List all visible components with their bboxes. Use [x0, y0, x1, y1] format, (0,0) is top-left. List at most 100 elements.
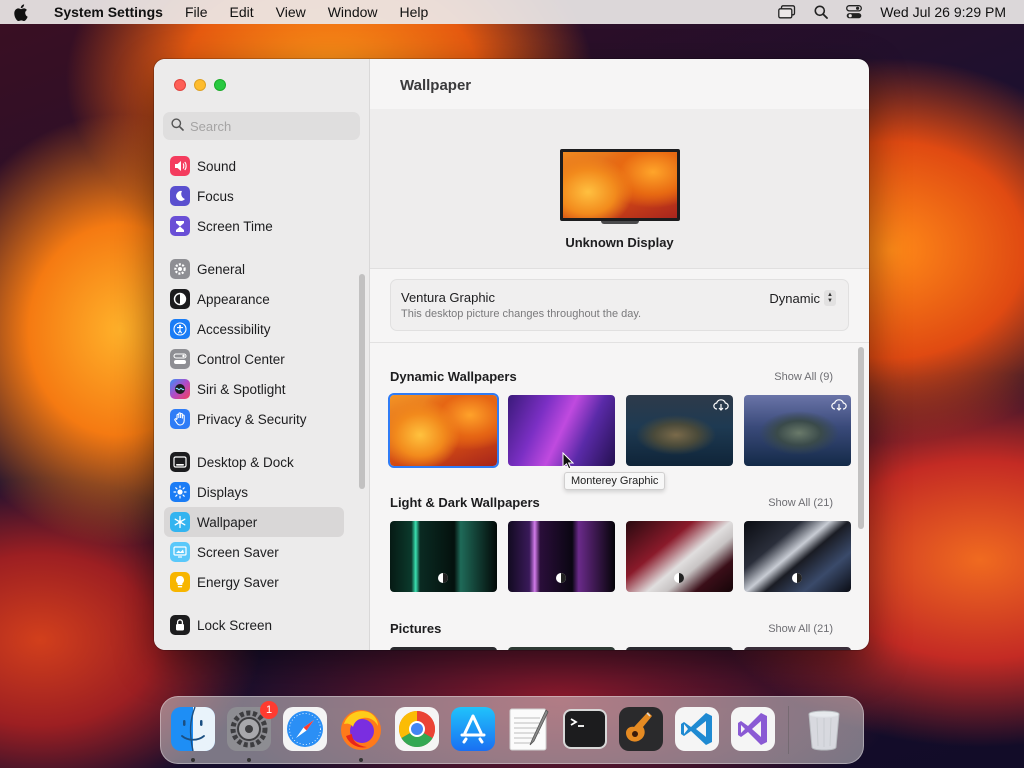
desktop-dock-icon — [170, 452, 190, 472]
terminal-icon — [562, 706, 608, 755]
wallpaper-preview — [560, 149, 680, 221]
dock-app-system-settings[interactable]: 1 — [226, 701, 278, 762]
sidebar-item-lock-screen[interactable]: Lock Screen — [164, 610, 344, 640]
wallpaper-pane: Wallpaper Unknown Display Ventura Graphi… — [370, 59, 869, 650]
wallpaper-thumb-macos-red[interactable] — [626, 521, 733, 592]
dock-app-visual-studio[interactable] — [730, 706, 776, 753]
display-preview: Unknown Display — [370, 109, 869, 269]
pictures-row — [390, 647, 851, 650]
menubar-clock[interactable]: Wed Jul 26 9:29 PM — [880, 4, 1006, 20]
dock-app-finder[interactable] — [170, 706, 216, 762]
display-monitor-icon[interactable] — [560, 149, 680, 224]
wallpaper-thumb-picture[interactable] — [744, 647, 851, 650]
menu-edit[interactable]: Edit — [230, 4, 254, 20]
wallpaper-tooltip: Monterey Graphic — [564, 472, 666, 490]
sidebar-item-energy-saver[interactable]: Energy Saver — [164, 567, 344, 597]
sidebar-item-general[interactable]: General — [164, 254, 344, 284]
sidebar-item-siri-spotlight[interactable]: Siri & Spotlight — [164, 374, 344, 404]
sidebar-item-label: Control Center — [197, 351, 285, 367]
show-all-pictures-button[interactable]: Show All (21) — [768, 623, 833, 635]
sidebar-item-sound[interactable]: Sound — [164, 151, 344, 181]
app-name-menu[interactable]: System Settings — [54, 4, 163, 20]
window-switcher-icon[interactable] — [778, 5, 796, 19]
dock-app-app-store[interactable] — [450, 706, 496, 755]
wallpaper-thumb-picture[interactable] — [390, 647, 497, 650]
section-title-dynamic: Dynamic Wallpapers — [390, 369, 517, 384]
light-dark-mode-icon — [791, 572, 803, 587]
show-all-light-dark-button[interactable]: Show All (21) — [768, 497, 833, 509]
content-scrollbar[interactable] — [858, 347, 864, 529]
sidebar-item-label: Wallpaper — [197, 514, 258, 530]
system-settings-window: Sound Focus Screen Time General — [154, 59, 869, 650]
light-dark-mode-icon — [555, 572, 567, 587]
firefox-icon — [338, 706, 384, 755]
dock-app-garageband[interactable] — [618, 706, 664, 753]
close-window-button[interactable] — [174, 79, 186, 91]
wallpaper-thumb-picture[interactable] — [508, 647, 615, 650]
cloud-download-icon[interactable] — [713, 399, 729, 414]
dock-separator — [788, 706, 789, 754]
sidebar-item-screen-saver[interactable]: Screen Saver — [164, 537, 344, 567]
minimize-window-button[interactable] — [194, 79, 206, 91]
chrome-icon — [394, 706, 440, 755]
control-center-icon[interactable] — [846, 5, 863, 19]
section-title-pictures: Pictures — [390, 621, 442, 636]
dock-app-chrome[interactable] — [394, 706, 440, 755]
dock-app-firefox[interactable] — [338, 706, 384, 762]
sidebar-item-focus[interactable]: Focus — [164, 181, 344, 211]
sidebar-item-accessibility[interactable]: Accessibility — [164, 314, 344, 344]
wallpaper-thumb-macbook-pro-purple[interactable] — [508, 521, 615, 592]
sidebar-scrollbar[interactable] — [359, 274, 365, 489]
siri-icon — [170, 379, 190, 399]
sidebar-item-appearance[interactable]: Appearance — [164, 284, 344, 314]
appearance-mode-popup[interactable]: Dynamic ▲ ▼ — [769, 290, 836, 306]
show-all-dynamic-button[interactable]: Show All (9) — [774, 371, 833, 383]
zoom-window-button[interactable] — [214, 79, 226, 91]
wallpaper-thumb-macos-dark[interactable] — [744, 521, 851, 592]
sidebar-item-wallpaper[interactable]: Wallpaper — [164, 507, 344, 537]
window-controls — [174, 79, 226, 91]
sidebar-item-desktop-dock[interactable]: Desktop & Dock — [164, 447, 344, 477]
page-title: Wallpaper — [400, 77, 472, 94]
wallpaper-thumb-ventura[interactable] — [388, 393, 499, 468]
app-store-icon — [450, 706, 496, 755]
chevron-up-down-icon: ▲ ▼ — [824, 290, 836, 306]
sidebar-item-label: Desktop & Dock — [197, 454, 294, 470]
sun-icon — [170, 482, 190, 502]
sidebar-item-screen-time[interactable]: Screen Time — [164, 211, 344, 241]
menu-file[interactable]: File — [185, 4, 208, 20]
sidebar-item-displays[interactable]: Displays — [164, 477, 344, 507]
display-name: Unknown Display — [565, 235, 674, 250]
gear-icon — [170, 259, 190, 279]
safari-icon — [282, 706, 328, 755]
menu-view[interactable]: View — [276, 4, 306, 20]
appearance-mode-value: Dynamic — [769, 290, 820, 306]
sidebar-search[interactable] — [163, 112, 360, 140]
sidebar-item-control-center[interactable]: Control Center — [164, 344, 344, 374]
wallpaper-thumb-picture[interactable] — [626, 647, 733, 650]
menu-window[interactable]: Window — [328, 4, 378, 20]
wallpaper-thumb-catalina[interactable] — [744, 395, 851, 466]
wallpaper-thumb-macbook-pro-green[interactable] — [390, 521, 497, 592]
control-center-icon — [170, 349, 190, 369]
cloud-download-icon[interactable] — [831, 399, 847, 414]
dock-trash[interactable] — [801, 707, 847, 753]
dock-app-textedit[interactable] — [506, 707, 552, 753]
dynamic-wallpapers-row — [388, 393, 851, 468]
search-input[interactable] — [190, 118, 350, 134]
dock-app-safari[interactable] — [282, 706, 328, 755]
menu-help[interactable]: Help — [400, 4, 429, 20]
sidebar-item-privacy-security[interactable]: Privacy & Security — [164, 404, 344, 434]
sidebar-item-label: Sound — [197, 158, 237, 174]
apple-menu-icon[interactable] — [0, 3, 40, 21]
menu-bar: System Settings File Edit View Window He… — [0, 0, 1024, 24]
textedit-icon — [506, 706, 552, 755]
dock-app-terminal[interactable] — [562, 707, 608, 753]
sidebar-item-label: Siri & Spotlight — [197, 381, 286, 397]
dock: 1 — [160, 696, 864, 764]
spotlight-search-icon[interactable] — [814, 5, 829, 19]
section-title-light-dark: Light & Dark Wallpapers — [390, 495, 540, 510]
wallpaper-thumb-big-sur-island[interactable] — [626, 395, 733, 466]
bulb-icon — [170, 572, 190, 592]
dock-app-vscode[interactable] — [674, 706, 720, 753]
